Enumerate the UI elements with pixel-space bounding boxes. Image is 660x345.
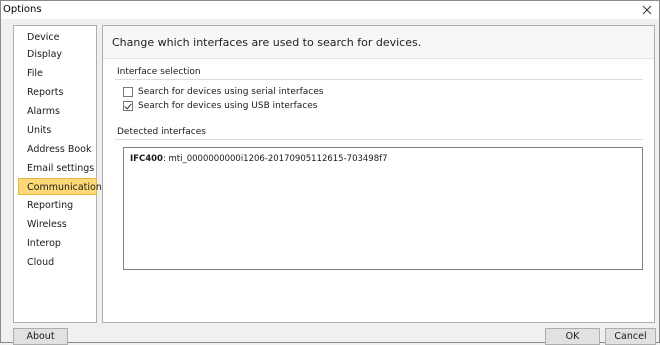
sidebar-item-reports[interactable]: Reports bbox=[18, 84, 94, 101]
sidebar-item-wireless[interactable]: Wireless bbox=[18, 216, 94, 233]
sidebar-item-reporting[interactable]: Reporting bbox=[18, 197, 94, 214]
sidebar-item-display[interactable]: Display bbox=[18, 46, 94, 63]
sidebar-item-email-settings[interactable]: Email settings bbox=[18, 160, 94, 177]
sidebar-item-address-book[interactable]: Address Book bbox=[18, 141, 94, 158]
section-divider bbox=[115, 139, 643, 140]
sidebar-item-file[interactable]: File bbox=[18, 65, 94, 82]
usb-interfaces-label: Search for devices using USB interfaces bbox=[138, 101, 318, 111]
communication-settings-panel: Change which interfaces are used to sear… bbox=[102, 25, 655, 323]
panel-header: Change which interfaces are used to sear… bbox=[103, 26, 654, 59]
options-dialog: Options Device Display File Reports Alar… bbox=[0, 0, 660, 345]
sidebar-item-cloud[interactable]: Cloud bbox=[18, 254, 94, 271]
detected-interfaces-heading: Detected interfaces bbox=[117, 127, 206, 137]
list-item[interactable]: IFC400: mti_0000000000i1206-201709051126… bbox=[130, 154, 388, 164]
sidebar-item-alarms[interactable]: Alarms bbox=[18, 103, 94, 120]
panel-description: Change which interfaces are used to sear… bbox=[112, 36, 422, 49]
sidebar-item-communication[interactable]: Communication bbox=[18, 178, 102, 195]
usb-interfaces-checkbox[interactable] bbox=[123, 101, 133, 111]
section-divider bbox=[115, 79, 643, 80]
serial-interfaces-label: Search for devices using serial interfac… bbox=[138, 87, 324, 97]
sidebar-item-interop[interactable]: Interop bbox=[18, 235, 94, 252]
cancel-button[interactable]: Cancel bbox=[605, 328, 656, 345]
interface-id: : mti_0000000000i1206-20170905112615-703… bbox=[162, 154, 388, 164]
window-title: Options bbox=[3, 4, 42, 15]
sidebar-item-units[interactable]: Units bbox=[18, 122, 94, 139]
interface-selection-heading: Interface selection bbox=[117, 67, 201, 77]
title-bar: Options bbox=[1, 1, 659, 19]
sidebar-item-device[interactable]: Device bbox=[18, 29, 94, 46]
options-category-list: Device Display File Reports Alarms Units… bbox=[13, 25, 102, 323]
interface-name: IFC400 bbox=[130, 154, 163, 164]
serial-interfaces-checkbox[interactable] bbox=[123, 87, 133, 97]
ok-button[interactable]: OK bbox=[545, 328, 600, 345]
close-icon[interactable] bbox=[639, 2, 655, 18]
about-button[interactable]: About bbox=[13, 328, 68, 345]
detected-interfaces-list[interactable]: IFC400: mti_0000000000i1206-201709051126… bbox=[123, 147, 643, 270]
serial-interfaces-option[interactable]: Search for devices using serial interfac… bbox=[123, 86, 323, 98]
usb-interfaces-option[interactable]: Search for devices using USB interfaces bbox=[123, 100, 317, 112]
